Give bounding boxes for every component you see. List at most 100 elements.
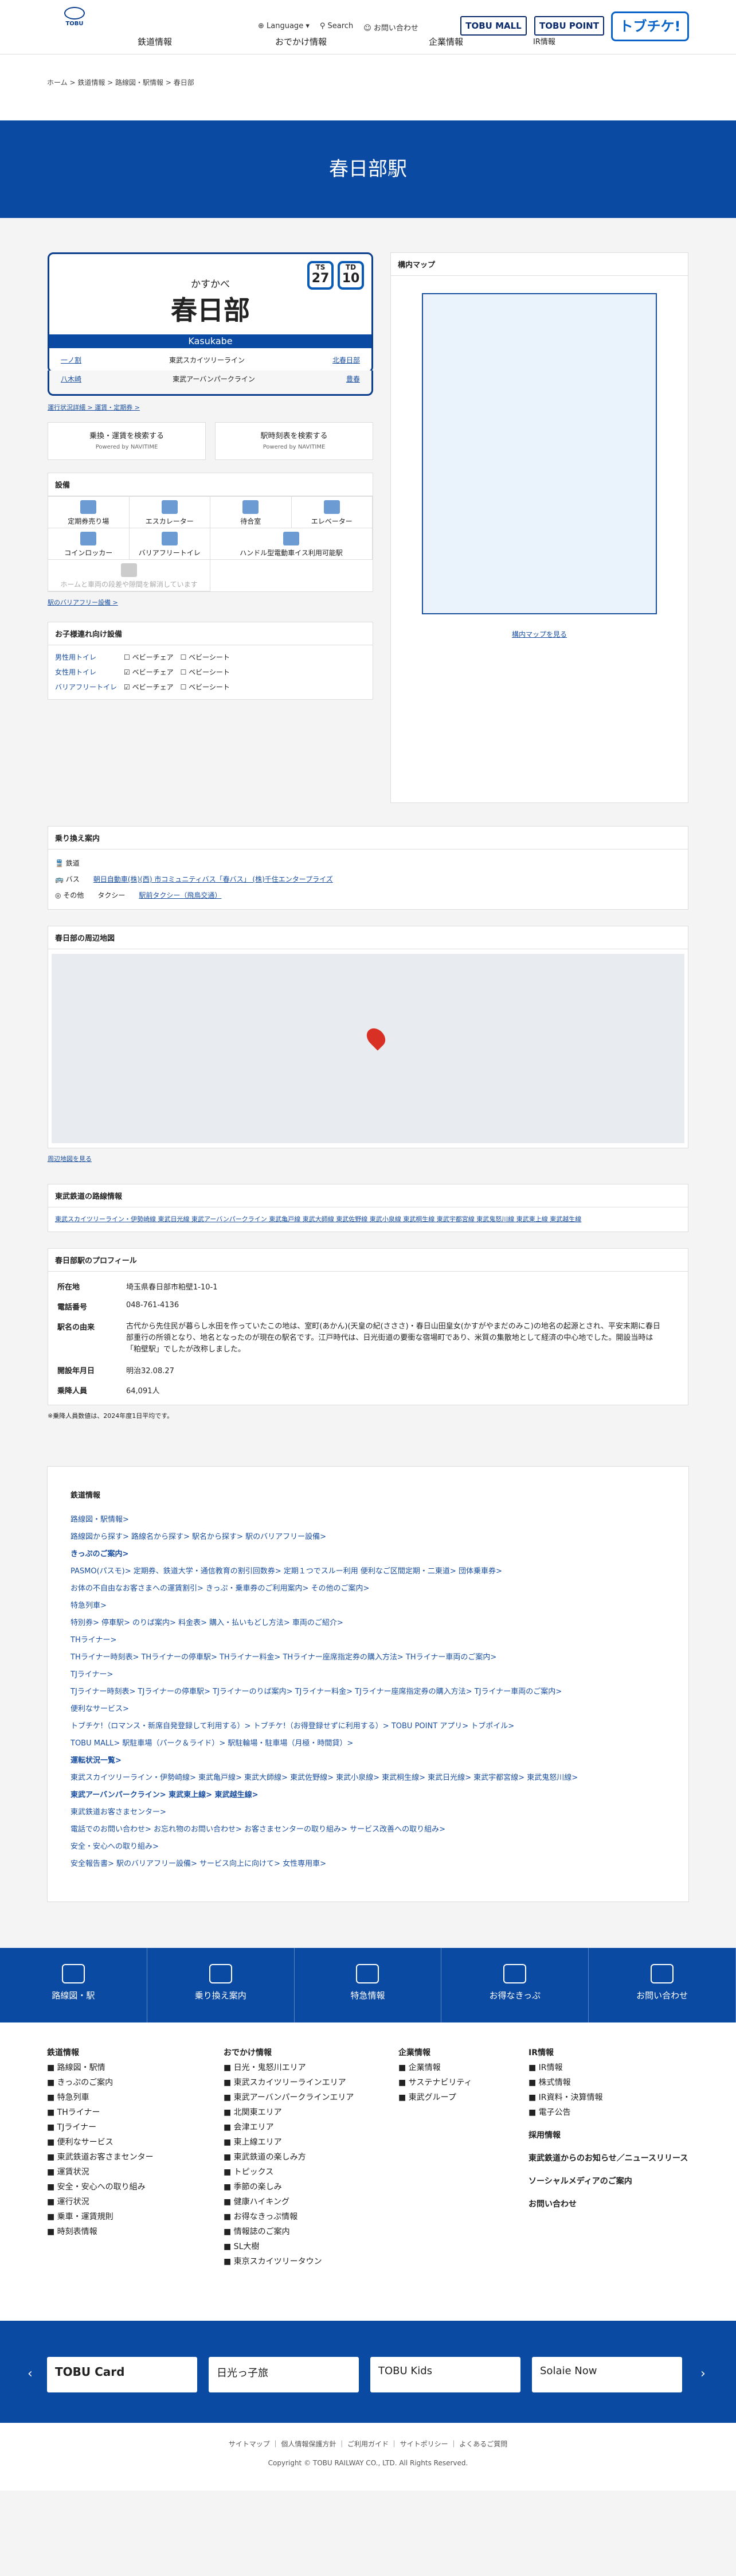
footer-link[interactable]: ■ きっぷのご案内 xyxy=(47,2075,154,2090)
sitemap-item[interactable]: TJライナー時刻表> TJライナーの停車駅> TJライナーのりば案内> TJライ… xyxy=(71,1683,665,1701)
footer-link[interactable]: ■ 東武鉄道の楽しみ方 xyxy=(224,2150,354,2165)
tobu-point-button[interactable]: TOBU POINT xyxy=(534,16,604,36)
footer-link[interactable]: ■ 東上線エリア xyxy=(224,2135,354,2150)
tobu-logo[interactable]: TOBU xyxy=(54,7,95,30)
sitemap-item[interactable]: 特急列車> xyxy=(71,1597,665,1615)
footer-extra-link[interactable]: 東武鉄道からのお知らせ／ニュースリリース xyxy=(528,2151,688,2166)
copyright-area: サイトマップ ｜ 個人情報保護方針 ｜ ご利用ガイド ｜ サイトポリシー ｜ よ… xyxy=(0,2423,736,2491)
foot-route-map[interactable]: 路線図・駅 xyxy=(0,1948,147,2022)
footer-link[interactable]: ■ 会津エリア xyxy=(224,2120,354,2135)
footer-link[interactable]: ■ 特急列車 xyxy=(47,2090,154,2105)
footer-link[interactable]: ■ IR資料・決算情報 xyxy=(528,2090,688,2105)
footer-link[interactable]: ■ サステナビリティ xyxy=(398,2075,472,2090)
contact-button[interactable]: ☺ お問い合わせ xyxy=(363,22,418,33)
footer-link[interactable]: ■ THライナー xyxy=(47,2105,154,2120)
next-station-link[interactable]: 北春日部 xyxy=(332,355,360,365)
sitemap-item[interactable]: トブチケ!（ロマンス・新席自発登録して利用する）> トブチケ!（お得登録せずに利… xyxy=(71,1718,665,1735)
tobu-mall-button[interactable]: TOBU MALL xyxy=(460,16,527,36)
barrier-free-link[interactable]: 駅のバリアフリー設備 > xyxy=(48,599,118,606)
sitemap-item[interactable]: 特別券> 停車駅> のりば案内> 料金表> 購入・払いもどし方法> 車両のご紹介… xyxy=(71,1615,665,1632)
area-map[interactable] xyxy=(52,954,684,1143)
footer-link[interactable]: ■ 運行状況 xyxy=(47,2195,154,2209)
timetable-search-button[interactable]: 駅時刻表を検索する Powered by NAVITIME xyxy=(215,422,373,460)
utility-nav: ⊕ Language ▾ ⚲ Search ☺ お問い合わせ xyxy=(258,22,418,33)
top-links[interactable]: 運行状況詳細 > 運賃・定期券 > xyxy=(48,403,373,412)
footer-link[interactable]: ■ 時刻表情報 xyxy=(47,2224,154,2239)
footer-links[interactable]: サイトマップ ｜ 個人情報保護方針 ｜ ご利用ガイド ｜ サイトポリシー ｜ よ… xyxy=(0,2439,736,2449)
footer-link[interactable]: ■ 東武アーバンパークラインエリア xyxy=(224,2090,354,2105)
carousel-prev-icon[interactable]: ‹ xyxy=(28,2367,33,2381)
footer-link[interactable]: ■ 企業情報 xyxy=(398,2060,472,2075)
nav-outing[interactable]: おでかけ情報 xyxy=(275,36,327,48)
prev-station-link-2[interactable]: 八木崎 xyxy=(61,374,81,391)
foot-express[interactable]: 特急情報 xyxy=(295,1948,442,2022)
footer-extra-link[interactable]: 採用情報 xyxy=(528,2128,688,2143)
footer-link[interactable]: ■ 株式情報 xyxy=(528,2075,688,2090)
carousel-next-icon[interactable]: › xyxy=(700,2367,706,2381)
page-title: 春日部駅 xyxy=(0,120,736,218)
sitemap-item[interactable]: 東武アーバンパークライン> 東武東上線> 東武越生線> xyxy=(71,1787,665,1804)
area-map-link[interactable]: 周辺地図を見る xyxy=(48,1155,92,1163)
route-search-button[interactable]: 乗換・運賃を検索する Powered by NAVITIME xyxy=(48,422,206,460)
nav-railway[interactable]: 鉄道情報 xyxy=(138,36,172,48)
sitemap-item[interactable]: 東武スカイツリーライン・伊勢崎線> 東武亀戸線> 東武大師線> 東武佐野線> 東… xyxy=(71,1770,665,1787)
footer-link[interactable]: ■ 安全・安心への取り組み xyxy=(47,2180,154,2195)
footer-link[interactable]: ■ 東武グループ xyxy=(398,2090,472,2105)
language-button[interactable]: ⊕ Language ▾ xyxy=(258,22,310,33)
banner-tobu-card[interactable]: TOBU Card xyxy=(47,2357,197,2392)
banner-nikko[interactable]: 日光っ子旅 xyxy=(209,2357,359,2392)
station-map-image[interactable] xyxy=(422,293,657,614)
nav-company[interactable]: 企業情報 xyxy=(429,36,463,48)
tobuchike-button[interactable]: トブチケ! xyxy=(611,11,689,41)
prev-station-link[interactable]: 一ノ割 xyxy=(61,355,81,365)
footer-link[interactable]: ■ IR情報 xyxy=(528,2060,688,2075)
foot-transfer[interactable]: 乗り換え案内 xyxy=(147,1948,295,2022)
sitemap-item[interactable]: 東武鉄道お客さまセンター> xyxy=(71,1804,665,1821)
station-map-link[interactable]: 構内マップを見る xyxy=(512,630,567,638)
next-station-link-2[interactable]: 豊春 xyxy=(346,374,360,391)
sitemap-item[interactable]: PASMO(パスモ)> 定期券、鉄道大学・通信教育の割引回数券> 定期１つでスル… xyxy=(71,1563,665,1580)
footer-link[interactable]: ■ 東武スカイツリーラインエリア xyxy=(224,2075,354,2090)
footer-link[interactable]: ■ 運賃状況 xyxy=(47,2165,154,2180)
sitemap-item[interactable]: 安全・安心への取り組み> xyxy=(71,1838,665,1856)
footer-link[interactable]: ■ 季節の楽しみ xyxy=(224,2180,354,2195)
footer-link[interactable]: ■ 東武鉄道お客さまセンター xyxy=(47,2150,154,2165)
footer-link[interactable]: ■ 乗車・運賃規則 xyxy=(47,2209,154,2224)
footer-extra-link[interactable]: お問い合わせ xyxy=(528,2197,688,2212)
footer-link[interactable]: ■ トピックス xyxy=(224,2165,354,2180)
footer-link[interactable]: ■ 東京スカイツリータウン xyxy=(224,2254,354,2269)
footer-link[interactable]: ■ 情報誌のご案内 xyxy=(224,2224,354,2239)
banner-kids[interactable]: TOBU Kids xyxy=(370,2357,520,2392)
footer-link[interactable]: ■ 便利なサービス xyxy=(47,2135,154,2150)
sitemap-item[interactable]: 路線図・駅情報> xyxy=(71,1511,665,1529)
sitemap-item[interactable]: 便利なサービス> xyxy=(71,1701,665,1718)
sitemap-item[interactable]: 電話でのお問い合わせ> お忘れ物のお問い合わせ> お客さまセンターの取り組み> … xyxy=(71,1821,665,1838)
search-button[interactable]: ⚲ Search xyxy=(320,22,353,33)
footer-link[interactable]: ■ 電子公告 xyxy=(528,2105,688,2120)
sitemap-item[interactable]: 運転状況一覧> xyxy=(71,1752,665,1770)
sitemap-item[interactable]: お体の不自由なお客さまへの運賃割引> きっぷ・乗車券のご利用案内> その他のご案… xyxy=(71,1580,665,1597)
footer-link[interactable]: ■ 日光・鬼怒川エリア xyxy=(224,2060,354,2075)
sitemap-item[interactable]: TOBU MALL> 駅駐車場（パーク＆ライド）> 駅駐輪場・駐車場（月極・時間… xyxy=(71,1735,665,1752)
footer-link[interactable]: ■ TJライナー xyxy=(47,2120,154,2135)
breadcrumb: ホーム > 鉄道情報 > 路線図・駅情報 > 春日部 xyxy=(0,54,736,120)
footer-link[interactable]: ■ お得なきっぷ情報 xyxy=(224,2209,354,2224)
nav-ir[interactable]: IR情報 xyxy=(533,36,555,46)
line-links[interactable]: 東武スカイツリーライン・伊勢崎線 東武日光線 東武アーバンパークライン 東武亀戸… xyxy=(55,1215,581,1223)
footer-link[interactable]: ■ 健康ハイキング xyxy=(224,2195,354,2209)
foot-contact[interactable]: お問い合わせ xyxy=(589,1948,736,2022)
footer-link[interactable]: ■ 北関東エリア xyxy=(224,2105,354,2120)
sitemap-item[interactable]: THライナー時刻表> THライナーの停車駅> THライナー料金> THライナー座… xyxy=(71,1649,665,1666)
sitemap-item[interactable]: 路線図から探す> 路線名から探す> 駅名から探す> 駅のバリアフリー設備> xyxy=(71,1529,665,1546)
footer-link[interactable]: ■ SL大樹 xyxy=(224,2239,354,2254)
sitemap-item[interactable]: TJライナー> xyxy=(71,1666,665,1683)
taxi-link[interactable]: 駅前タクシー（飛鳥交通） xyxy=(139,891,221,899)
foot-tickets[interactable]: お得なきっぷ xyxy=(441,1948,589,2022)
bus-links[interactable]: 朝日自動車(株)(西) 市コミュニティバス「春バス」 (株)千住エンタープライズ xyxy=(93,875,333,883)
sitemap-item[interactable]: THライナー> xyxy=(71,1632,665,1649)
banner-solaie[interactable]: Solaie Now xyxy=(532,2357,682,2392)
footer-extra-link[interactable]: ソーシャルメディアのご案内 xyxy=(528,2174,688,2189)
sitemap-item[interactable]: 安全報告書> 駅のバリアフリー設備> サービス向上に向けて> 女性専用車> xyxy=(71,1856,665,1873)
sitemap-item[interactable]: きっぷのご案内> xyxy=(71,1546,665,1563)
footer-link[interactable]: ■ 路線図・駅情 xyxy=(47,2060,154,2075)
